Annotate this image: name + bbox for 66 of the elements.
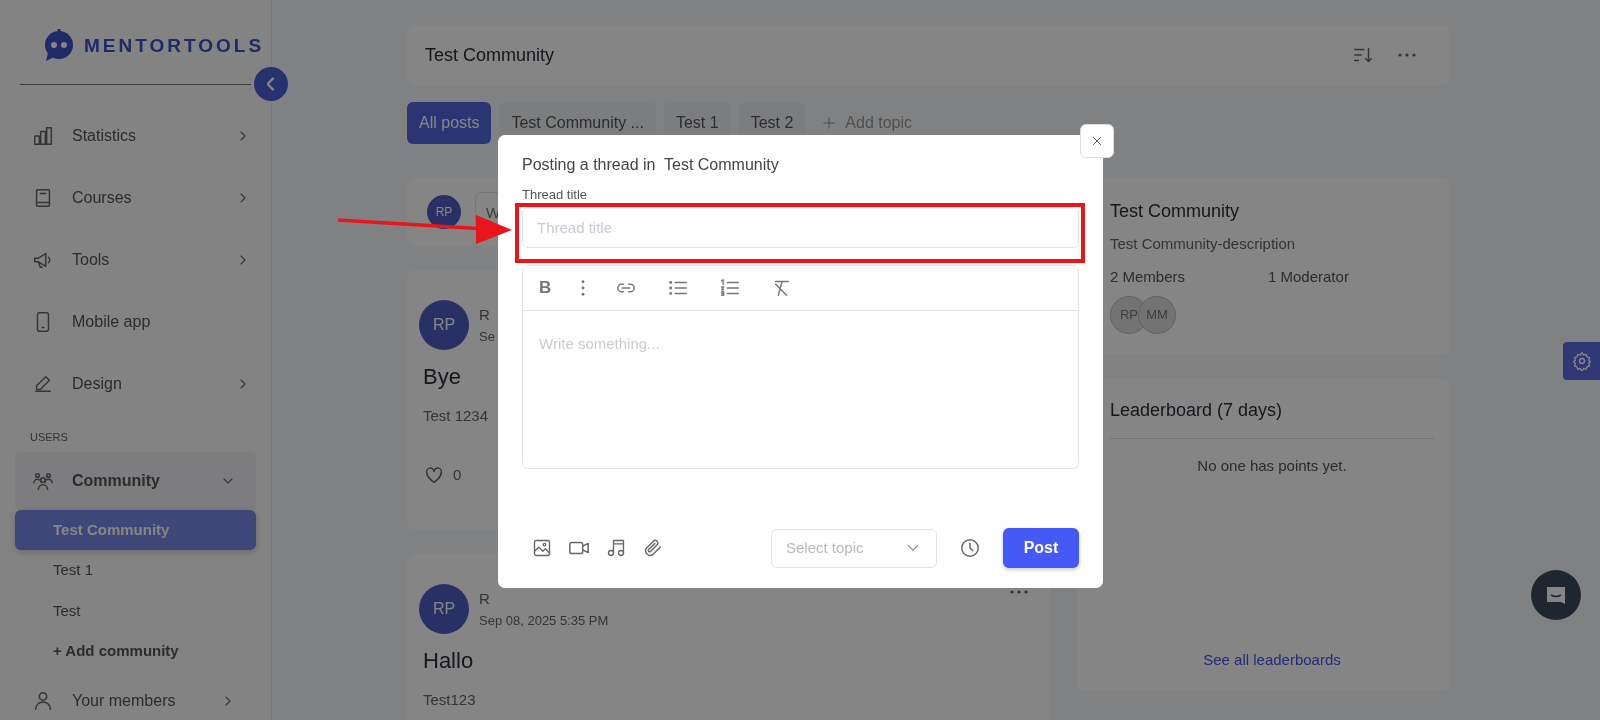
post-title: Hallo <box>423 647 475 675</box>
post-title: Bye <box>423 363 462 391</box>
clock-icon <box>959 537 981 559</box>
section-heading: USERS <box>29 430 69 445</box>
sub-menu-item[interactable]: Test <box>15 590 256 631</box>
see-all-leaderboards-link[interactable]: See all leaderboards <box>1203 650 1341 668</box>
sidebar-item[interactable]: Community <box>15 451 256 510</box>
audio-button[interactable] <box>606 538 626 558</box>
author-name: R <box>479 589 490 609</box>
plus-icon <box>821 115 838 131</box>
community-name: Test Community <box>1110 200 1241 223</box>
leaderboard-title: Leaderboard (7 days) <box>1110 399 1284 422</box>
like-count: 0 <box>453 464 462 485</box>
dialog-heading: Posting a thread in Test Community <box>522 155 780 175</box>
bar-chart-icon <box>32 125 54 147</box>
sidebar-item[interactable]: Design <box>0 353 271 415</box>
bold-button[interactable]: B <box>539 274 552 301</box>
close-icon <box>1090 134 1104 148</box>
moderator-count: 1 Moderator <box>1268 266 1349 287</box>
chevron-left-icon <box>267 77 275 91</box>
more-icon <box>1010 590 1028 594</box>
member-count: 2 Members <box>1110 266 1187 287</box>
numbered-list-button[interactable] <box>719 276 742 299</box>
page-title: Test Community <box>425 43 556 67</box>
music-note-icon <box>606 538 626 558</box>
more-options-button[interactable] <box>1010 590 1028 594</box>
sidebar-item[interactable]: Statistics <box>0 105 271 167</box>
schedule-button[interactable] <box>959 537 981 559</box>
add-community-link[interactable]: + Add community <box>15 631 256 672</box>
brand-name: MENTORTOOLS <box>84 33 265 58</box>
robot-logo-icon <box>42 29 76 63</box>
community-description: Test Community-description <box>1110 234 1297 254</box>
pencil-icon <box>32 373 54 395</box>
collapse-sidebar-button[interactable] <box>254 67 288 101</box>
image-button[interactable] <box>532 538 552 558</box>
empty-message: No one has points yet. <box>1196 456 1348 476</box>
topic-tab[interactable]: All posts <box>407 102 492 144</box>
post-body: Test 1234 <box>423 406 489 426</box>
close-button[interactable] <box>1080 124 1114 158</box>
author-avatar: RP <box>419 300 469 350</box>
post-date: Sep 08, 2025 5:35 PM <box>479 611 609 630</box>
sidebar-item[interactable]: Courses <box>0 167 271 229</box>
settings-button[interactable] <box>1563 342 1600 380</box>
vertical-dots-icon <box>581 279 586 296</box>
post-date: Se <box>479 327 495 346</box>
sidebar-item[interactable]: Mobile app <box>0 291 271 353</box>
author-name: R <box>479 305 490 325</box>
more-icon <box>1398 53 1416 57</box>
more-options-button[interactable] <box>1398 53 1416 57</box>
field-label: Thread title <box>522 186 589 204</box>
sub-menu-item[interactable]: Test 1 <box>15 550 256 591</box>
chat-button[interactable] <box>1531 570 1581 620</box>
topic-select[interactable]: Select topic <box>771 528 937 568</box>
more-formatting-button[interactable] <box>581 279 586 296</box>
attachment-button[interactable] <box>642 537 664 559</box>
sidebar-item[interactable]: Tools <box>0 229 271 291</box>
sub-menu-item[interactable]: Test Community <box>15 509 256 550</box>
post-body: Test123 <box>423 690 476 710</box>
post-button[interactable]: Post <box>1003 528 1079 568</box>
person-icon <box>32 689 54 712</box>
numbered-list-icon <box>719 276 742 299</box>
image-icon <box>532 538 552 558</box>
sidebar-item[interactable]: Your members <box>15 671 256 720</box>
author-avatar: RP <box>419 584 469 634</box>
paperclip-icon <box>642 537 664 559</box>
settings-icon <box>1572 351 1592 371</box>
